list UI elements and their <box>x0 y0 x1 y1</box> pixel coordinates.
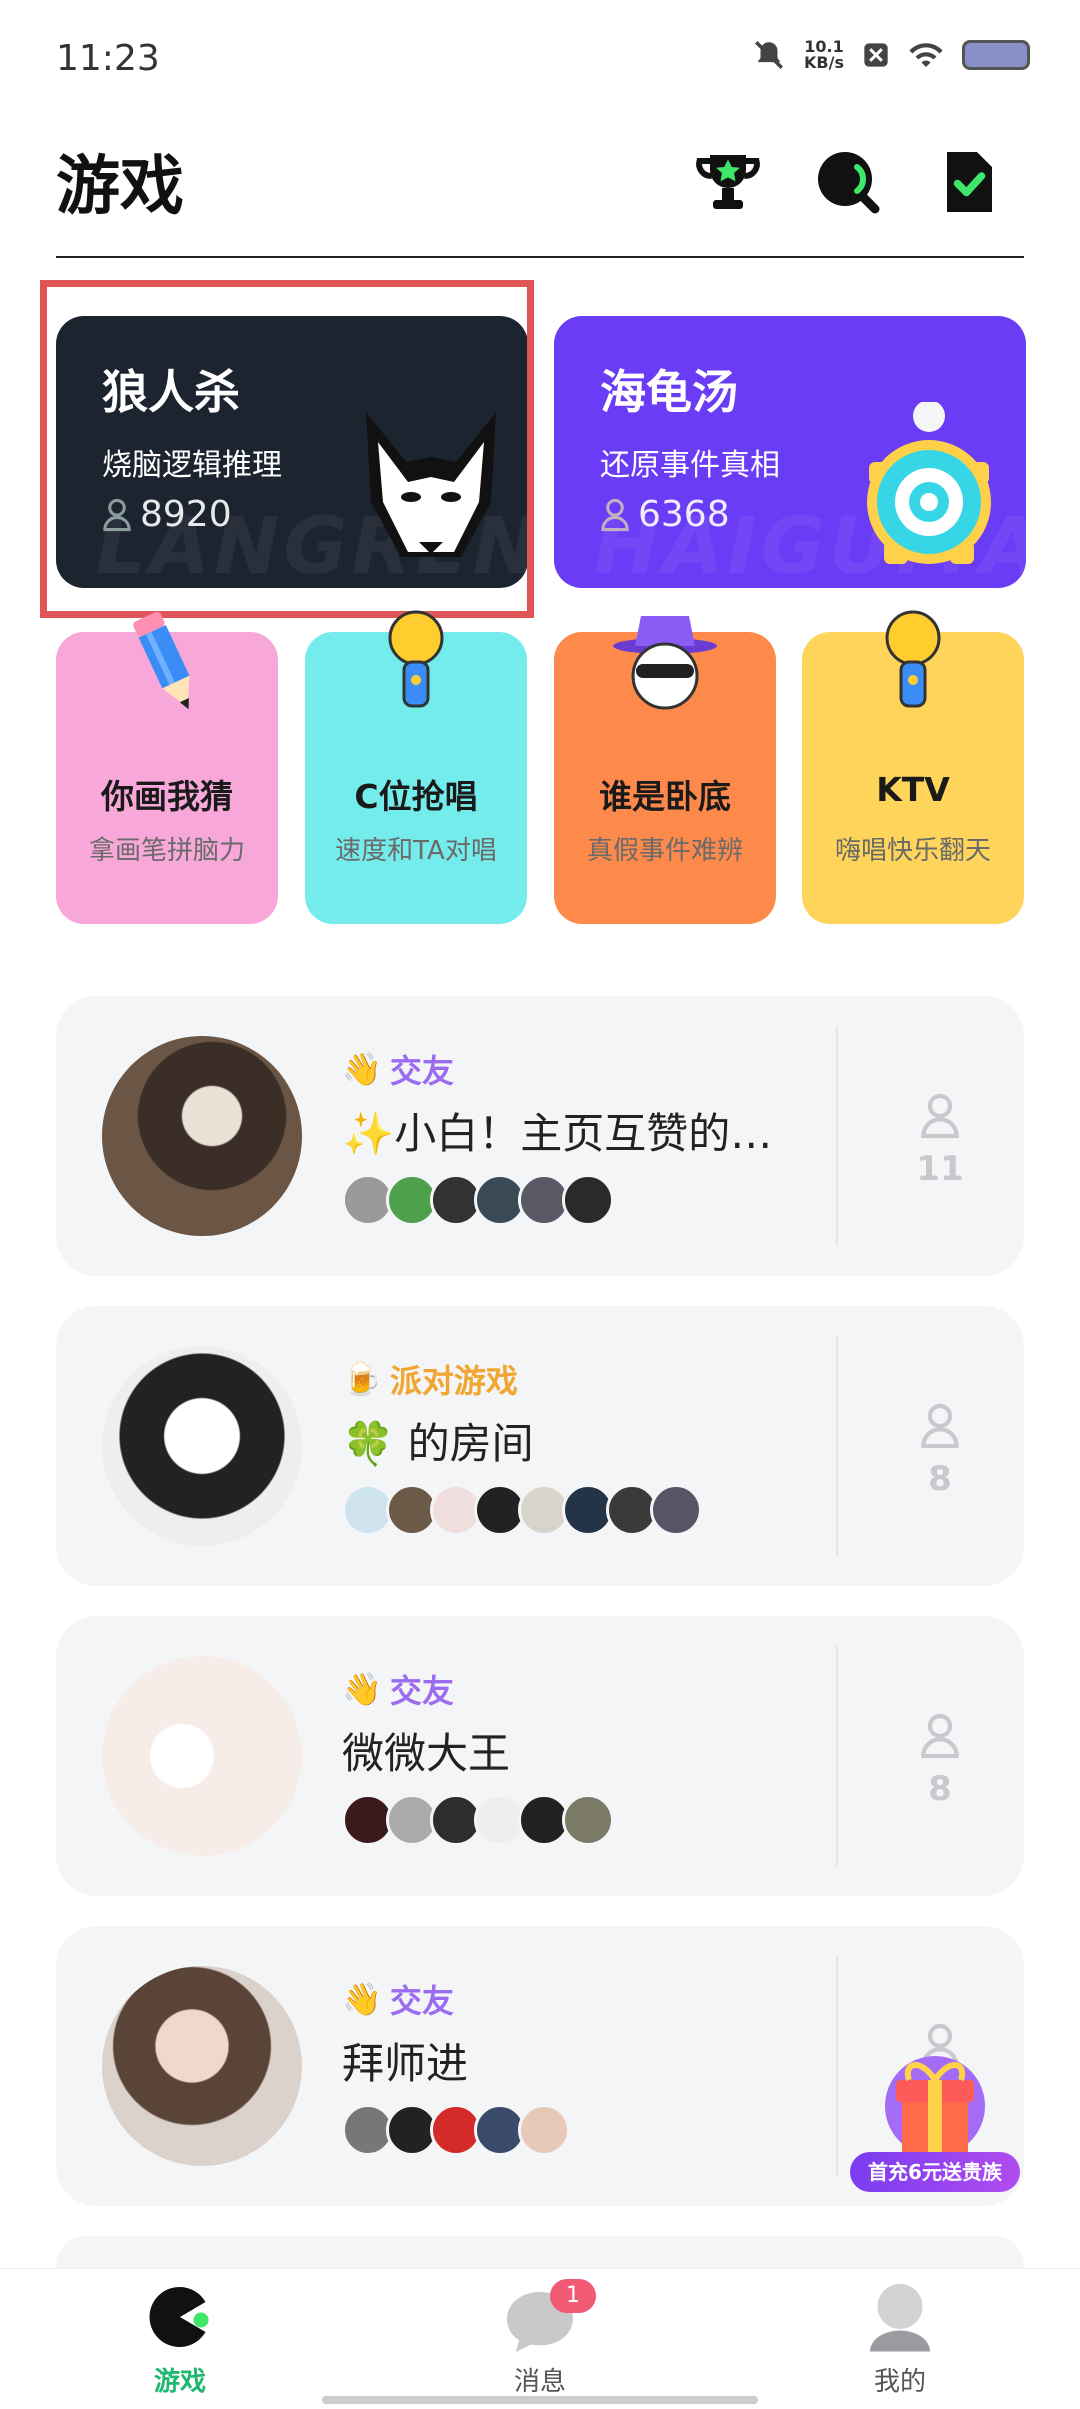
room-members <box>342 1794 614 1846</box>
microphone-icon <box>388 610 444 708</box>
nav-label: 我的 <box>873 2367 926 2397</box>
pencil-icon <box>133 611 190 710</box>
game-subtitle: 真假事件难辨 <box>586 836 743 866</box>
nav-label: 消息 <box>513 2367 566 2397</box>
game-subtitle: 速度和TA对唱 <box>335 836 497 866</box>
room-members <box>342 2104 570 2156</box>
card-divider <box>836 1956 838 2176</box>
room-card[interactable]: 👋 交友 ✨小白！主页互赞的… 11 <box>56 996 1024 1276</box>
bottom-nav: 游戏 1 消息 我的 <box>0 2268 1080 2408</box>
spy-icon <box>613 616 717 710</box>
game-subtitle: 嗨唱快乐翻天 <box>834 836 991 866</box>
trophy-icon[interactable] <box>692 146 764 218</box>
net-speed: 10.1 KB/s <box>804 37 844 72</box>
card-divider <box>836 1646 838 1866</box>
room-name: 微微大王 <box>342 1729 511 1778</box>
user-count: 11 <box>856 1092 1024 1189</box>
user-count: 8 <box>856 1402 1024 1499</box>
card-divider <box>836 1026 838 1246</box>
drink-icon: 🍺 <box>342 1360 382 1398</box>
room-tag: 🍺 派对游戏 <box>342 1360 518 1400</box>
game-card-turtle-soup[interactable]: HAIGUITANG 海龟汤 还原事件真相 6368 <box>554 316 1026 588</box>
user-icon <box>601 498 629 531</box>
game-name: C位抢唱 <box>354 777 478 816</box>
member-avatar <box>562 1794 614 1846</box>
battery-icon <box>962 40 1030 70</box>
room-tag: 👋 交友 <box>342 1050 454 1090</box>
wifi-icon <box>909 43 943 67</box>
user-icon <box>921 1713 959 1759</box>
room-avatar <box>102 1656 302 1856</box>
room-card[interactable]: 👋 交友 微微大王 8 <box>56 1616 1024 1896</box>
promo-label: 首充6元送贵族 <box>850 2152 1020 2192</box>
user-icon <box>921 1403 959 1449</box>
message-badge: 1 <box>550 2279 596 2313</box>
room-tag: 👋 交友 <box>342 1670 454 1710</box>
player-count: 6368 <box>600 494 730 535</box>
profile-icon <box>870 2284 930 2352</box>
promo-gift[interactable]: 首充6元送贵族 <box>850 2040 1020 2200</box>
nav-games[interactable]: 游戏 <box>80 2269 280 2409</box>
turtle-icon <box>867 402 991 564</box>
room-avatar <box>102 1036 302 1236</box>
pacman-icon <box>149 2286 209 2347</box>
card-divider <box>836 1336 838 1556</box>
status-time: 11:23 <box>56 38 160 79</box>
wave-hand-icon: 👋 <box>342 1980 382 2018</box>
room-name: 拜师进 <box>342 2039 469 2088</box>
room-avatar <box>102 1966 302 2166</box>
wave-hand-icon: 👋 <box>342 1050 382 1088</box>
microphone-icon <box>885 610 941 708</box>
mute-icon <box>755 40 784 70</box>
status-bar: 11:23 10.1 KB/s <box>0 0 1080 120</box>
card-title: 海龟汤 <box>600 365 738 419</box>
card-subtitle: 还原事件真相 <box>600 448 780 483</box>
game-card-draw-guess[interactable]: 你画我猜 拿画笔拼脑力 <box>56 611 278 924</box>
nav-messages[interactable]: 1 消息 <box>440 2269 640 2409</box>
game-name: KTV <box>876 770 950 809</box>
user-count: 8 <box>856 1712 1024 1809</box>
room-name: 🍀 的房间 <box>342 1419 534 1468</box>
room-members <box>342 1174 614 1226</box>
gift-icon <box>885 2056 985 2156</box>
checkin-icon[interactable] <box>932 146 1004 218</box>
member-avatar <box>518 2104 570 2156</box>
page-title: 游戏 <box>56 150 184 224</box>
game-subtitle: 拿画笔拼脑力 <box>88 836 245 866</box>
nav-profile[interactable]: 我的 <box>800 2269 1000 2409</box>
sim-x-icon <box>864 43 888 67</box>
selection-highlight <box>40 280 534 618</box>
game-name: 你画我猜 <box>101 777 233 816</box>
game-card-c-sing[interactable]: C位抢唱 速度和TA对唱 <box>305 610 527 924</box>
game-name: 谁是卧底 <box>599 777 731 816</box>
status-icons: 10.1 KB/s <box>752 38 1030 72</box>
member-avatar <box>562 1174 614 1226</box>
room-name: ✨小白！主页互赞的… <box>342 1109 773 1158</box>
room-card[interactable]: 🍺 派对游戏 🍀 的房间 8 <box>56 1306 1024 1586</box>
member-avatar <box>650 1484 702 1536</box>
home-indicator[interactable] <box>322 2396 758 2404</box>
header-divider <box>56 256 1024 258</box>
room-tag: 👋 交友 <box>342 1980 454 2020</box>
game-card-spy[interactable]: 谁是卧底 真假事件难辨 <box>554 616 776 924</box>
user-icon <box>921 1093 959 1139</box>
game-card-ktv[interactable]: KTV 嗨唱快乐翻天 <box>802 610 1024 924</box>
search-icon[interactable] <box>812 146 884 218</box>
room-avatar <box>102 1346 302 1546</box>
wave-hand-icon: 👋 <box>342 1670 382 1708</box>
nav-label: 游戏 <box>153 2367 206 2397</box>
room-members <box>342 1484 702 1536</box>
